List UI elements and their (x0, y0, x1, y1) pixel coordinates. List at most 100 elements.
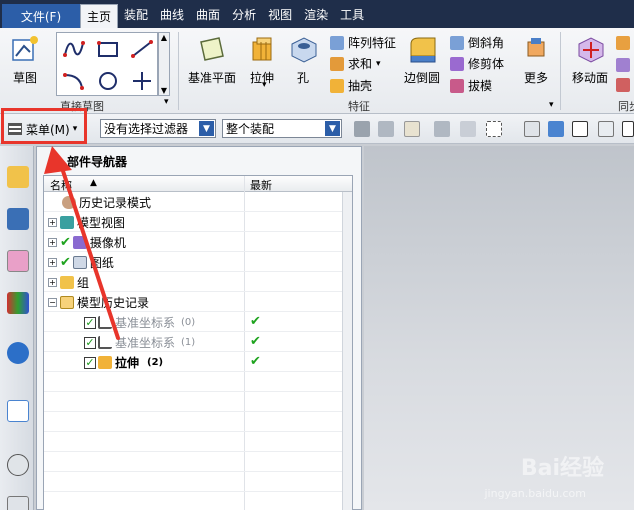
expand-icon[interactable]: + (48, 238, 57, 247)
feature-group-expand-icon[interactable]: ▾ (549, 100, 554, 110)
view-icon[interactable] (524, 121, 540, 137)
trim-body-button[interactable]: 修剪体 (450, 55, 504, 72)
more-button[interactable]: 更多 (522, 36, 550, 86)
datum-plane-button[interactable]: 基准平面 (188, 34, 236, 86)
tab-tools[interactable]: 工具 (334, 0, 370, 28)
hole-button[interactable]: 孔 (288, 34, 318, 86)
sync-tool-icon[interactable] (616, 36, 630, 50)
column-header-latest[interactable]: 最新 (250, 177, 272, 193)
tab-curve[interactable]: 曲线 (154, 0, 190, 28)
expand-icon[interactable]: + (48, 218, 57, 227)
snap-icon[interactable] (378, 121, 394, 137)
visibility-checkbox[interactable]: ✓ (84, 316, 96, 329)
shaded-view-icon[interactable] (548, 121, 564, 137)
constraint-navigator-icon[interactable] (7, 208, 29, 230)
tree-row-model-views[interactable]: + 模型视图 (44, 212, 344, 232)
info-icon[interactable] (7, 342, 29, 364)
navigator-scrollbar[interactable] (342, 192, 352, 510)
tree-row-group[interactable]: + 组 (44, 272, 344, 292)
extrude-dropdown-icon[interactable]: ▾ (262, 80, 267, 90)
tab-assembly[interactable]: 装配 (118, 0, 154, 28)
tree-row-model-history[interactable]: − 模型历史记录 (44, 292, 344, 312)
row-index: (2) (147, 357, 164, 368)
snap-icon[interactable] (354, 121, 370, 137)
hole-label: 孔 (296, 71, 309, 85)
part-navigator-icon[interactable] (7, 250, 29, 272)
tree-row-extrude-2[interactable]: ✓ 拉伸 (2) ✔ (44, 352, 344, 372)
up-to-date-check-icon: ✔ (250, 334, 261, 349)
rectangle-select-icon[interactable] (486, 121, 502, 137)
point-icon[interactable] (125, 65, 159, 97)
tab-render[interactable]: 渲染 (298, 0, 334, 28)
navigator-tree: 名称 ▲ 最新 历史记录模式 + 模型视图 + ✔ 摄像机 + ✔ 图纸 + 组… (43, 175, 353, 510)
reuse-library-icon[interactable] (7, 292, 29, 314)
unite-button[interactable]: 求和 ▾ (330, 55, 381, 72)
assembly-scope-select[interactable]: 整个装配 ▼ (222, 119, 342, 138)
empty-row (44, 392, 344, 412)
expand-icon[interactable]: + (48, 258, 57, 267)
collapse-icon[interactable]: − (48, 298, 57, 307)
tree-row-cameras[interactable]: + ✔ 摄像机 (44, 232, 344, 252)
expand-icon[interactable]: + (48, 278, 57, 287)
file-menu-tab[interactable]: 文件(F) (2, 4, 80, 28)
extrude-feature-icon (98, 356, 112, 369)
chamfer-icon (450, 35, 464, 50)
sync-tool-icon[interactable] (616, 78, 630, 92)
move-face-button[interactable]: 移动面 (572, 34, 608, 86)
pattern-icon (330, 35, 344, 50)
draft-button[interactable]: 拔模 (450, 77, 492, 94)
column-header-name[interactable]: 名称 (50, 177, 72, 193)
line-icon[interactable] (125, 33, 159, 65)
selection-icon[interactable] (460, 121, 476, 137)
web-browser-icon[interactable] (7, 400, 29, 422)
empty-row (44, 372, 344, 392)
sketch-button[interactable]: 草图 (10, 34, 40, 86)
selection-icon[interactable] (404, 121, 420, 137)
type-filter-select[interactable]: 没有选择过滤器 ▼ (100, 119, 216, 138)
selection-toolbar: 菜单(M) ▾ 没有选择过滤器 ▼ 整个装配 ▼ (0, 114, 634, 144)
tab-analysis[interactable]: 分析 (226, 0, 262, 28)
pin-icon[interactable] (47, 155, 61, 169)
chamfer-button[interactable]: 倒斜角 (450, 34, 504, 51)
sync-tool-icon[interactable] (616, 58, 630, 72)
camera-icon (72, 236, 87, 249)
tree-row-datum-csys-0[interactable]: ✓ 基准坐标系 (0) ✔ (44, 312, 344, 332)
snap-point-icon[interactable] (598, 121, 614, 137)
unite-label: 求和 (348, 57, 373, 71)
system-materials-icon[interactable] (7, 496, 29, 510)
up-to-date-check-icon: ✔ (250, 354, 261, 369)
extrude-button[interactable]: 拉伸 (247, 34, 277, 86)
row-index: (1) (181, 337, 196, 348)
pattern-feature-button[interactable]: 阵列特征 (330, 34, 396, 51)
visibility-checkbox[interactable]: ✓ (84, 336, 96, 349)
tree-row-history-mode[interactable]: 历史记录模式 (44, 192, 344, 212)
tree-row-drawings[interactable]: + ✔ 图纸 (44, 252, 344, 272)
chevron-up-icon: ▲ (160, 33, 168, 42)
sketch-label: 草图 (12, 71, 37, 85)
group-expand-icon[interactable]: ▾ (164, 97, 169, 107)
empty-row (44, 412, 344, 432)
tab-home[interactable]: 主页 (80, 4, 119, 28)
sketch-gallery-scroll[interactable]: ▲ ▼ (158, 32, 170, 96)
circle-icon[interactable] (91, 65, 125, 97)
shell-button[interactable]: 抽壳 (330, 77, 372, 94)
draft-label: 拔模 (468, 79, 493, 93)
rectangle-icon[interactable] (91, 33, 125, 65)
graphics-window[interactable]: Bai经验 jingyan.baidu.com (364, 146, 634, 510)
profile-icon[interactable] (57, 33, 91, 65)
assembly-navigator-icon[interactable] (7, 166, 29, 188)
tab-surface[interactable]: 曲面 (190, 0, 226, 28)
edge-blend-button[interactable]: 边倒圆 (404, 34, 440, 86)
navigator-header: 名称 ▲ 最新 (44, 176, 352, 193)
visibility-checkbox[interactable]: ✓ (84, 356, 96, 369)
more-label: 更多 (523, 71, 548, 85)
tree-row-datum-csys-1[interactable]: ✓ 基准坐标系 (1) ✔ (44, 332, 344, 352)
extrude-icon (247, 34, 277, 67)
history-icon[interactable] (7, 454, 29, 476)
tab-view[interactable]: 视图 (262, 0, 298, 28)
empty-row (44, 492, 344, 510)
snap-point-icon[interactable] (622, 121, 634, 137)
arc-icon[interactable] (57, 65, 91, 97)
snap-point-icon[interactable] (572, 121, 588, 137)
selection-icon[interactable] (434, 121, 450, 137)
